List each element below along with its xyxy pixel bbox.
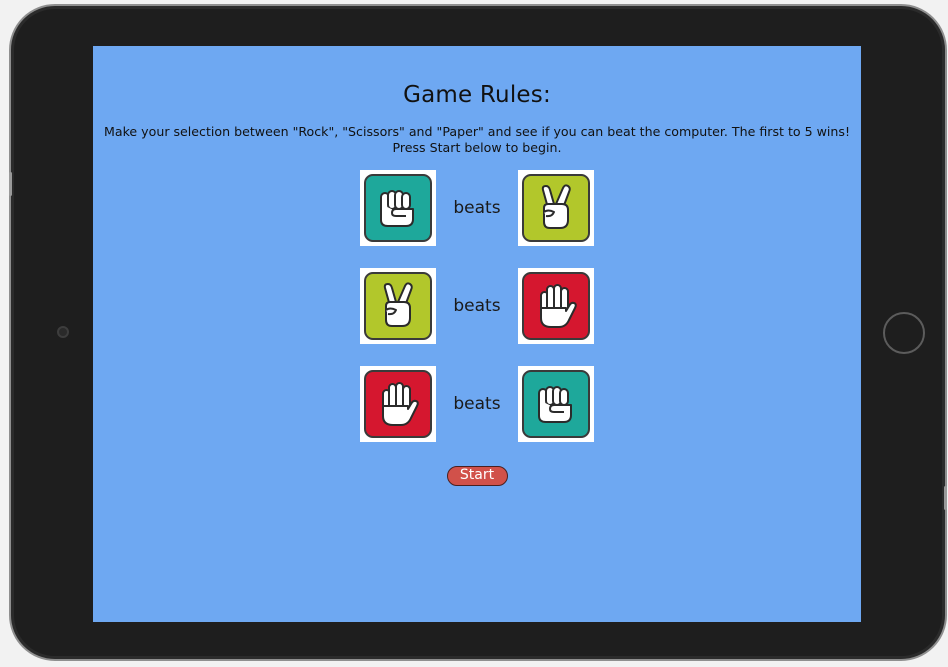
volume-button bbox=[9, 172, 12, 196]
rule-winner-tile bbox=[360, 170, 436, 246]
paper-hand-icon bbox=[364, 370, 432, 438]
beats-label: beats bbox=[453, 296, 501, 316]
page-title: Game Rules: bbox=[403, 82, 551, 108]
rules-list: beats beats beats bbox=[93, 170, 861, 442]
rule-row: beats bbox=[93, 268, 861, 344]
rock-hand-icon bbox=[364, 174, 432, 242]
side-button bbox=[944, 486, 947, 510]
start-button[interactable]: Start bbox=[446, 465, 508, 486]
rock-hand-icon bbox=[522, 370, 590, 438]
game-screen: Game Rules: Make your selection between … bbox=[93, 46, 861, 622]
paper-hand-icon bbox=[522, 272, 590, 340]
rule-winner-tile bbox=[360, 366, 436, 442]
beats-label: beats bbox=[453, 198, 501, 218]
rule-row: beats bbox=[93, 366, 861, 442]
scissors-hand-icon bbox=[364, 272, 432, 340]
scissors-hand-icon bbox=[522, 174, 590, 242]
beats-label: beats bbox=[453, 394, 501, 414]
home-button[interactable] bbox=[883, 312, 925, 354]
rule-loser-tile bbox=[518, 170, 594, 246]
rule-winner-tile bbox=[360, 268, 436, 344]
front-camera bbox=[57, 326, 69, 338]
rule-loser-tile bbox=[518, 366, 594, 442]
rule-loser-tile bbox=[518, 268, 594, 344]
rule-row: beats bbox=[93, 170, 861, 246]
rules-intro-text: Make your selection between "Rock", "Sci… bbox=[104, 124, 850, 155]
